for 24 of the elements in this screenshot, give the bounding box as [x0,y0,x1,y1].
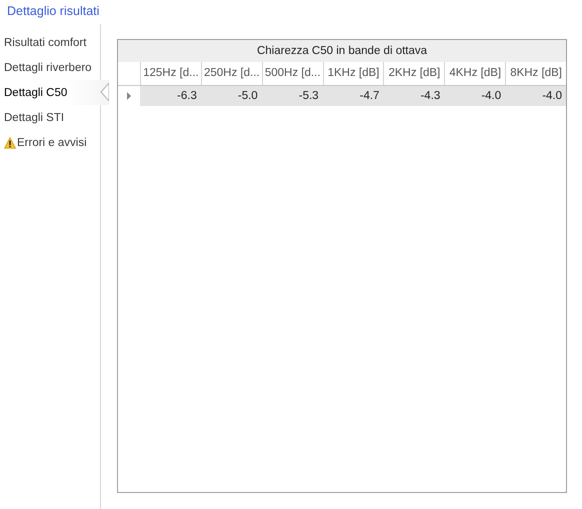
sidebar-item[interactable]: Dettagli STI [0,105,109,130]
table-cell: -5.3 [262,86,323,106]
table-cell: -4.3 [383,86,444,106]
column-header[interactable]: 2KHz [dB] [383,62,444,85]
sidebar-item[interactable]: Risultati comfort [0,30,109,55]
warning-icon [4,136,16,148]
table-cell: -4.0 [444,86,506,106]
column-header[interactable]: 500Hz [d... [262,62,323,85]
band-header: Chiarezza C50 in bande di ottava [118,40,566,62]
column-header[interactable]: 1KHz [dB] [322,62,384,85]
table-cell: -4.0 [505,86,566,106]
table-cell: -4.7 [322,86,384,106]
column-header[interactable]: 8KHz [dB] [505,62,566,85]
row-indicator-icon [127,92,131,100]
column-header[interactable]: 125Hz [d... [140,62,201,85]
sidebar-item[interactable]: Errori e avvisi [0,130,109,155]
column-header[interactable]: 4KHz [dB] [444,62,506,85]
table-row[interactable]: -6.3 -5.0 -5.3 -4.7 -4.3 -4.0 -4.0 [118,86,566,106]
page-title: Dettaglio risultati [6,3,100,20]
column-header[interactable]: 250Hz [d... [200,62,262,85]
selection-notch-icon [100,83,109,101]
table-cell: -5.0 [200,86,262,106]
table-cell: -6.3 [140,86,201,106]
sidebar-item[interactable]: Dettagli riverbero [0,55,109,80]
